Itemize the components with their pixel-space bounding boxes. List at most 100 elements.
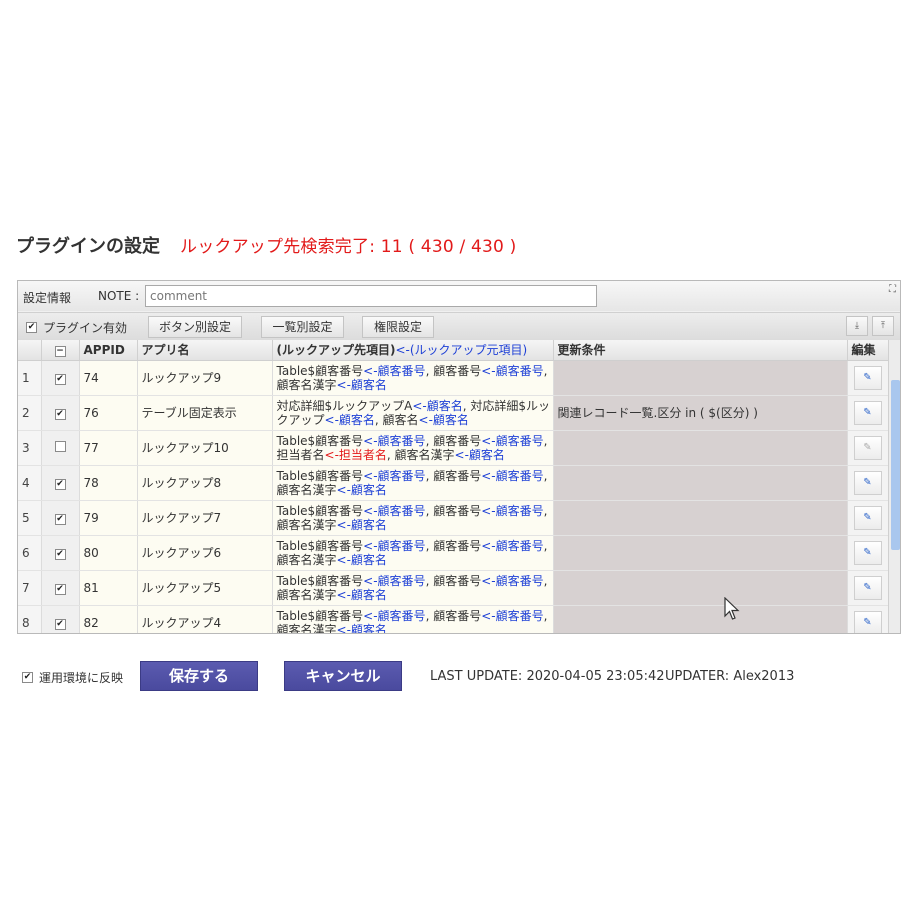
list-settings-button[interactable]: 一覧別設定 [261,316,344,338]
checkbox-icon[interactable]: ✔ [54,479,66,490]
row-checkbox-cell[interactable]: ✔ [41,360,80,396]
condition-cell[interactable] [553,605,848,633]
lookup-part: <-顧客名 [336,587,387,602]
edit-cell: ✎ [847,500,888,536]
condition-cell[interactable] [553,570,848,606]
plugin-enabled-toggle[interactable]: ✔ プラグイン有効 [26,319,127,336]
edit-pencil-icon[interactable]: ✎ [853,435,882,460]
edit-cell: ✎ [847,570,888,606]
checkbox-icon[interactable]: ✔ [54,584,66,595]
lookup-part: <-顧客番号 [481,363,544,378]
condition-cell[interactable] [553,430,848,466]
table-row[interactable]: 7 ✔ 81 ルックアップ5 Table$顧客番号<-顧客番号, 顧客番号<-顧客番号,… [18,570,888,606]
checkbox-icon[interactable]: ✔ [22,672,33,683]
expand-icon[interactable]: ⛶ [889,284,896,295]
note-input[interactable] [145,285,597,307]
checkbox-icon[interactable]: ✔ [54,549,66,560]
checkbox-icon[interactable]: ✔ [26,322,37,333]
header-lookup-src: <-(ルックアップ元項目) [395,343,528,358]
appid-cell: 76 [79,395,138,431]
table-row[interactable]: 1 ✔ 74 ルックアップ9 Table$顧客番号<-顧客番号, 顧客番号<-顧客番号,… [18,360,888,396]
header-select-all[interactable]: − [41,340,80,361]
lookup-part: <-顧客番号 [481,433,544,448]
row-checkbox-cell[interactable]: ✔ [41,605,80,633]
edit-pencil-icon[interactable]: ✎ [853,575,882,600]
header-appid[interactable]: APPID [79,340,138,361]
reflect-label: 運用環境に反映 [39,671,124,685]
cancel-button[interactable]: キャンセル [284,661,402,691]
table-row[interactable]: 2 ✔ 76 テーブル固定表示 対応詳細$ルックアップA<-顧客名, 対応詳細$ルッ クア… [18,395,888,431]
edit-pencil-icon[interactable]: ✎ [853,540,882,565]
checkbox-icon[interactable]: ✔ [54,514,66,525]
header-condition[interactable]: 更新条件 [553,340,848,361]
table-row[interactable]: 6 ✔ 80 ルックアップ6 Table$顧客番号<-顧客番号, 顧客番号<-顧客番号,… [18,535,888,571]
app-name-cell: ルックアップ10 [137,430,273,466]
lookup-part: 顧客名漢字 [276,622,337,634]
move-down-icon[interactable]: ⤓ [846,316,868,336]
checkbox-icon[interactable] [54,440,66,452]
permission-settings-button[interactable]: 権限設定 [362,316,434,338]
lookup-part: , [543,503,548,518]
lookup-part: Table$顧客番号 [276,363,364,378]
condition-cell[interactable] [553,465,848,501]
lookup-part: <-顧客名 [418,412,469,427]
condition-cell[interactable]: 関連レコード一覧.区分 in ( $(区分) ) [553,395,848,431]
app-name-cell: ルックアップ9 [137,360,273,396]
updater-text: UPDATER: Alex2013 [665,669,795,684]
lookup-part: , [543,538,548,553]
button-settings-button[interactable]: ボタン別設定 [148,316,242,338]
scroll-thumb[interactable] [891,380,900,550]
header-lookup[interactable]: (ルックアップ先項目)<-(ルックアップ元項目) [272,340,554,361]
table-scrollbar[interactable] [888,340,900,633]
condition-cell[interactable] [553,360,848,396]
lookup-part: <-顧客番号 [481,608,544,623]
lookup-part: Table$顧客番号 [276,538,364,553]
header-app-name[interactable]: アプリ名 [137,340,273,361]
condition-cell[interactable] [553,500,848,536]
row-checkbox-cell[interactable]: ✔ [41,570,80,606]
lookup-part: <-顧客名 [412,398,463,413]
lookup-part: <-顧客番号 [363,608,426,623]
lookup-table: − APPID アプリ名 (ルックアップ先項目)<-(ルックアップ元項目) 更新… [18,340,888,634]
last-update-text: LAST UPDATE: 2020-04-05 23:05:42 [430,669,665,684]
edit-cell: ✎ [847,360,888,396]
reflect-to-production-toggle[interactable]: ✔ 運用環境に反映 [22,669,123,686]
edit-pencil-icon[interactable]: ✎ [853,610,882,633]
lookup-part: , [543,363,548,378]
condition-cell[interactable] [553,535,848,571]
row-number: 7 [18,570,42,606]
edit-pencil-icon[interactable]: ✎ [853,365,882,390]
lookup-part: , 顧客番号 [425,503,482,518]
appid-cell: 79 [79,500,138,536]
lookup-cell: 対応詳細$ルックアップA<-顧客名, 対応詳細$ルッ クアップ<-顧客名, 顧客名… [272,395,554,431]
table-row[interactable]: 4 ✔ 78 ルックアップ8 Table$顧客番号<-顧客番号, 顧客番号<-顧客番号,… [18,465,888,501]
edit-pencil-icon[interactable]: ✎ [853,505,882,530]
row-number: 6 [18,535,42,571]
minus-checkbox-icon[interactable]: − [54,346,66,358]
checkbox-icon[interactable]: ✔ [54,374,66,385]
move-up-icon[interactable]: ⤒ [872,316,894,336]
lookup-part: Table$顧客番号 [276,608,364,623]
header: プラグインの設定 ルックアップ先検索完了: 11 ( 430 / 430 ) [16,232,516,258]
checkbox-icon[interactable]: ✔ [54,409,66,420]
row-checkbox-cell[interactable]: ✔ [41,465,80,501]
save-button[interactable]: 保存する [140,661,258,691]
lookup-part: <-顧客番号 [363,363,426,378]
edit-cell: ✎ [847,430,888,466]
header-lookup-dest: (ルックアップ先項目) [276,343,396,358]
lookup-search-status: ルックアップ先検索完了: 11 ( 430 / 430 ) [180,237,517,257]
edit-pencil-icon[interactable]: ✎ [853,470,882,495]
row-checkbox-cell[interactable]: ✔ [41,500,80,536]
row-checkbox-cell[interactable]: ✔ [41,535,80,571]
lookup-part: <-担当者名 [324,447,387,462]
table-row[interactable]: 5 ✔ 79 ルックアップ7 Table$顧客番号<-顧客番号, 顧客番号<-顧客番号,… [18,500,888,536]
table-row[interactable]: 3 77 ルックアップ10 Table$顧客番号<-顧客番号, 顧客番号<-顧客番号,… [18,430,888,466]
table-row[interactable]: 8 ✔ 82 ルックアップ4 Table$顧客番号<-顧客番号, 顧客番号<-顧客番号,… [18,605,888,634]
row-checkbox-cell[interactable] [41,430,80,466]
footer: ✔ 運用環境に反映 保存する キャンセル LAST UPDATE: 2020-0… [22,660,902,692]
checkbox-icon[interactable]: ✔ [54,619,66,630]
edit-cell: ✎ [847,465,888,501]
edit-pencil-icon[interactable]: ✎ [853,400,882,425]
lookup-part: , 顧客番号 [425,363,482,378]
row-checkbox-cell[interactable]: ✔ [41,395,80,431]
